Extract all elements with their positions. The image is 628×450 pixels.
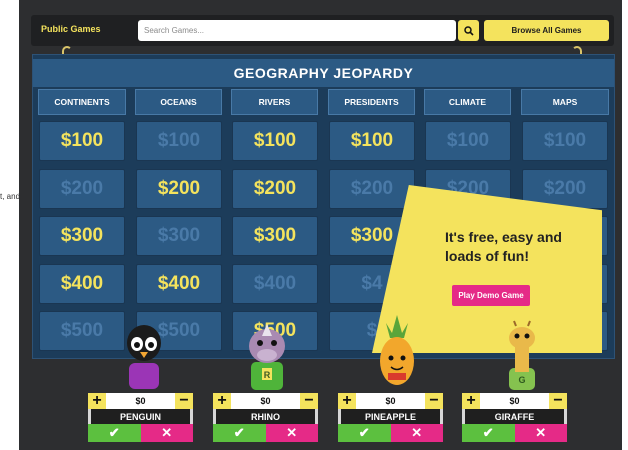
value-tile[interactable]: $100 [522, 121, 608, 161]
svg-text:R: R [264, 370, 271, 380]
close-icon: ✕ [411, 425, 423, 440]
add-points-button[interactable]: + [462, 393, 480, 409]
player-name: GIRAFFE [462, 409, 567, 424]
board-title: GEOGRAPHY JEOPARDY [33, 59, 614, 87]
value-tile[interactable]: $100 [39, 121, 125, 161]
incorrect-button[interactable]: ✕ [514, 424, 567, 442]
search-icon [463, 25, 474, 36]
value-tile[interactable]: $400 [232, 264, 318, 304]
player-card: + $0− GIRAFFE ✔ ✕ [462, 393, 567, 448]
value-tile[interactable]: $300 [39, 216, 125, 256]
value-tile[interactable]: $200 [39, 169, 125, 209]
value-tile[interactable]: $500 [39, 311, 125, 351]
close-icon: ✕ [161, 425, 173, 440]
category-header: OCEANS [135, 89, 222, 115]
play-demo-button[interactable]: Play Demo Game [452, 285, 530, 306]
player-card: + $0− RHINO ✔ ✕ [213, 393, 318, 448]
category-header: PRESIDENTS [328, 89, 415, 115]
value-tile[interactable]: $400 [39, 264, 125, 304]
close-icon: ✕ [286, 425, 298, 440]
subtract-points-button[interactable]: − [425, 393, 443, 409]
player-score: $0 [106, 393, 175, 409]
correct-button[interactable]: ✔ [338, 424, 391, 442]
search-input[interactable] [138, 20, 456, 41]
close-icon: ✕ [535, 425, 547, 440]
game-stage: Public Games Browse All Games GEOGRAPHY … [19, 0, 622, 450]
add-points-button[interactable]: + [88, 393, 106, 409]
value-tile[interactable]: $400 [136, 264, 222, 304]
category-header: MAPS [521, 89, 609, 115]
value-tile[interactable]: $300 [232, 216, 318, 256]
check-icon: ✔ [482, 425, 494, 440]
correct-button[interactable]: ✔ [213, 424, 266, 442]
search-button[interactable] [458, 20, 479, 41]
value-tile[interactable]: $200 [232, 169, 318, 209]
penguin-mascot-icon [127, 325, 161, 389]
pineapple-mascot-icon [380, 315, 414, 385]
subtract-points-button[interactable]: − [300, 393, 318, 409]
svg-text:G: G [518, 375, 525, 385]
player-card: + $0− PENGUIN ✔ ✕ [88, 393, 193, 448]
player-name: PINEAPPLE [338, 409, 443, 424]
value-tile[interactable]: $300 [136, 216, 222, 256]
correct-button[interactable]: ✔ [462, 424, 515, 442]
category-header: RIVERS [231, 89, 318, 115]
player-score: $0 [480, 393, 549, 409]
giraffe-mascot-icon: G [509, 320, 535, 390]
check-icon: ✔ [358, 425, 370, 440]
value-tile[interactable]: $100 [136, 121, 222, 161]
value-tile[interactable]: $100 [329, 121, 415, 161]
public-games-link[interactable]: Public Games [41, 24, 101, 34]
player-name: PENGUIN [88, 409, 193, 424]
incorrect-button[interactable]: ✕ [140, 424, 193, 442]
player-name: RHINO [213, 409, 318, 424]
player-card: + $0− PINEAPPLE ✔ ✕ [338, 393, 443, 448]
player-score: $0 [356, 393, 425, 409]
browse-all-games-button[interactable]: Browse All Games [484, 20, 609, 41]
truncated-side-text: t, and [0, 192, 21, 201]
incorrect-button[interactable]: ✕ [265, 424, 318, 442]
subtract-points-button[interactable]: − [175, 393, 193, 409]
add-points-button[interactable]: + [213, 393, 231, 409]
add-points-button[interactable]: + [338, 393, 356, 409]
incorrect-button[interactable]: ✕ [390, 424, 443, 442]
check-icon: ✔ [108, 425, 120, 440]
category-header: CONTINENTS [38, 89, 126, 115]
category-header: CLIMATE [424, 89, 511, 115]
toolbar: Public Games Browse All Games [31, 15, 614, 46]
player-score: $0 [231, 393, 300, 409]
value-tile[interactable]: $100 [232, 121, 318, 161]
check-icon: ✔ [233, 425, 245, 440]
value-tile[interactable]: $200 [329, 169, 415, 209]
promo-text: It's free, easy and loads of fun! [445, 229, 562, 264]
correct-button[interactable]: ✔ [88, 424, 141, 442]
subtract-points-button[interactable]: − [549, 393, 567, 409]
value-tile[interactable]: $200 [136, 169, 222, 209]
rhino-mascot-icon: R [249, 324, 285, 390]
value-tile[interactable]: $100 [425, 121, 511, 161]
